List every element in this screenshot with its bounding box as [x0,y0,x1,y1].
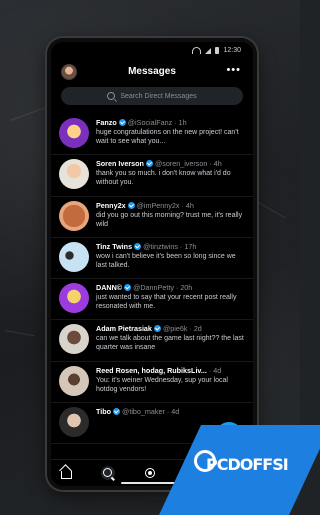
header: Messages ••• [51,62,253,84]
battery-icon [215,47,220,54]
watermark-text: PCDOFFSI [206,455,289,474]
conversation-header: Penny2x @imPenny2x · 4h [96,200,194,210]
verified-badge-icon [134,242,142,250]
message-time: 4d [171,407,180,417]
spaces-icon [145,468,155,478]
verified-badge-icon [124,284,132,292]
conversation-header: Soren Iverson @soren_iverson · 4h [96,159,222,169]
watermark: PCDOFFSI [159,415,320,515]
contact-handle: @pie6k [162,324,188,334]
message-preview: just wanted to say that your recent post… [96,294,237,311]
tab-spaces[interactable] [143,466,157,480]
avatar [59,283,89,314]
message-preview: huge congratulations on the new project!… [96,129,239,145]
status-icons: 12:30 [192,47,241,54]
search-icon [107,92,116,100]
list-item[interactable]: Soren Iverson @soren_iverson · 4h thank y… [51,155,253,197]
avatar [59,159,89,190]
verified-badge-icon [113,408,121,416]
verified-badge-icon [127,201,135,209]
verified-badge-icon [153,325,161,333]
contact-name: Tibo [96,407,112,417]
list-item[interactable]: Tinz Twins @tinztwins · 17h wow i can't b… [51,238,253,280]
contact-handle: @iSocialFanz [127,118,173,127]
search-input[interactable]: Search Direct Messages [61,87,243,105]
contact-name: Adam Pietrasiak [96,324,152,334]
message-time: 2d [193,324,202,334]
conversation-header: Tinz Twins @tinztwins · 17h [96,241,197,251]
conversation-header: Reed Rosen, hodag, RubiksLiv... · 4d [96,365,222,375]
verified-badge-icon [145,160,153,168]
contact-name: Penny2x [96,200,126,210]
avatar [59,407,89,438]
wifi-icon [192,47,202,54]
contact-name: Tinz Twins [96,241,133,251]
message-preview: wow i can't believe it's been so long si… [96,252,236,269]
contact-handle: @tinztwins [143,241,178,251]
message-preview: You: it's weiner Wednesday, sup your loc… [96,376,228,393]
tab-search[interactable] [101,466,115,480]
message-preview: can we talk about the game last night?? … [96,335,244,352]
avatar [59,324,89,355]
contact-handle: @tibo_maker [122,407,165,417]
message-time: 17h [184,241,197,251]
home-icon [61,471,72,479]
contact-name: Soren Iverson [96,159,144,169]
contact-name: Reed Rosen, hodag, RubiksLiv... [96,365,207,375]
conversation-header: DANN© @DannPetty · 20h [96,283,193,293]
search-placeholder: Search Direct Messages [120,92,197,100]
contact-handle: @soren_iverson [154,159,208,169]
contact-name: DANN© [96,283,123,293]
contact-handle: @imPenny2x [136,200,180,210]
page-title: Messages [128,66,176,77]
status-time: 12:30 [223,47,241,54]
message-preview: thank you so much. i don't know what i'd… [96,170,231,187]
message-time: 4d [213,365,222,375]
list-item[interactable]: Reed Rosen, hodag, RubiksLiv... · 4d You… [51,362,253,404]
conversation-list: Fanzo @iSocialFanz · 1h huge congratulati… [51,114,253,460]
list-item[interactable]: Penny2x @imPenny2x · 4h did you go out th… [51,197,253,238]
contact-handle: @DannPetty [133,283,174,293]
conversation-header: Fanzo @iSocialFanz · 1h [96,118,187,127]
contact-name: Fanzo [96,118,117,127]
more-options-icon[interactable]: ••• [226,64,241,76]
conversation-header: Adam Pietrasiak @pie6k · 2d [96,324,202,334]
message-time: 20h [180,283,193,293]
avatar [59,241,89,272]
avatar [59,200,89,231]
message-time: 1h [178,118,187,127]
search-icon [103,468,112,477]
avatar [59,118,89,148]
avatar [59,365,89,396]
message-time: 4h [213,159,222,169]
home-indicator [121,482,175,484]
signal-icon [205,47,212,54]
status-bar: 12:30 [51,42,253,58]
message-time: 4h [185,200,194,210]
verified-badge-icon [118,119,126,126]
list-item[interactable]: Adam Pietrasiak @pie6k · 2d can we talk a… [51,320,253,362]
message-preview: did you go out this morning? trust me, i… [96,211,243,228]
list-item[interactable]: DANN© @DannPetty · 20h just wanted to say… [51,279,253,321]
tab-home[interactable] [59,466,73,480]
list-item[interactable]: Fanzo @iSocialFanz · 1h huge congratulati… [51,114,253,156]
